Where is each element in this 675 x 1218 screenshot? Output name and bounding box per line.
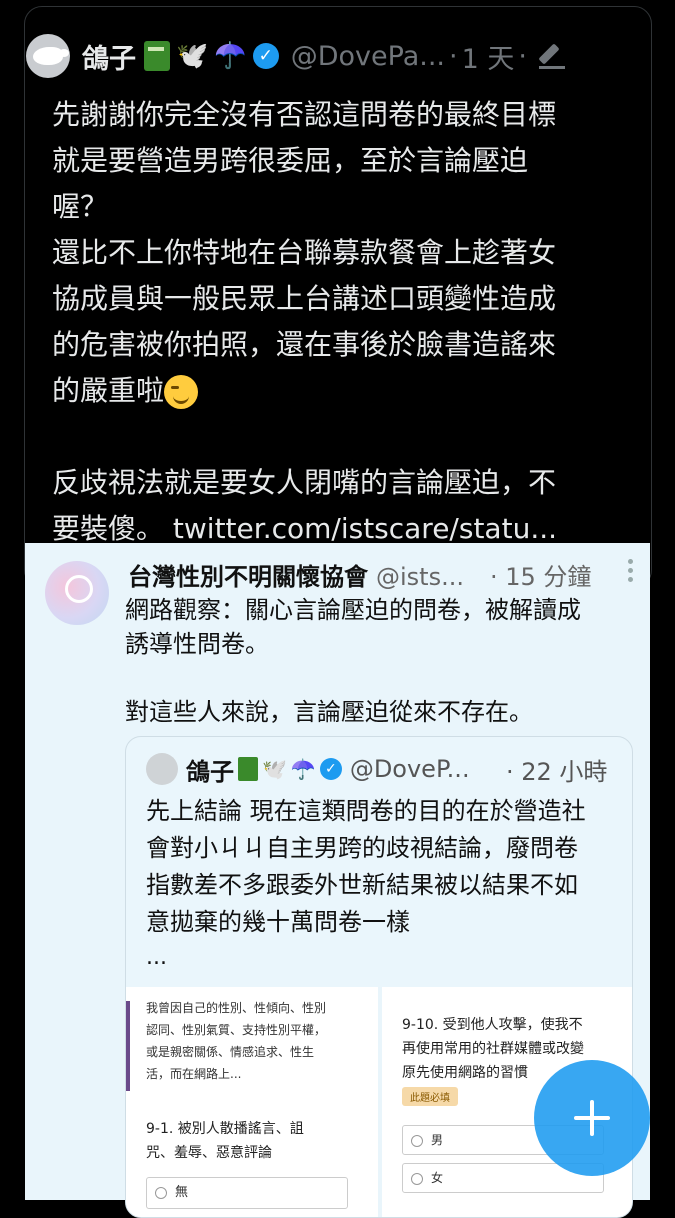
tweet-body-text: 先謝謝你完全沒有否認這問卷的最終目標 就是要營造男跨很委屈，至於言論壓迫 喔？ …	[52, 98, 557, 407]
dove-emoji-icon: 🕊️	[176, 41, 209, 71]
inner-avatar[interactable]	[146, 753, 178, 785]
quoted-text: 網路觀察：關心言論壓迫的問卷，被解讀成 誘導性問卷。 對這些人來說，言論壓迫從來…	[125, 596, 581, 726]
quoted-time[interactable]: · 15 分鐘	[490, 557, 591, 592]
separator: ·	[518, 40, 527, 72]
tweet-body: 先謝謝你完全沒有否認這問卷的最終目標 就是要營造男跨很委屈，至於言論壓迫 喔？ …	[52, 92, 632, 552]
verified-badge-icon: ✓	[252, 43, 279, 69]
winking-face-icon	[164, 375, 199, 409]
umbrella-icon: ☂️	[290, 757, 316, 781]
option-label: 無	[175, 1185, 189, 1200]
verified-badge-icon: ✓	[319, 758, 342, 780]
book-icon	[238, 757, 258, 781]
option-label: 男	[431, 1133, 444, 1147]
gender-symbol-icon	[65, 575, 93, 603]
tweet-link[interactable]: twitter.com/istscare/statu...	[173, 512, 557, 545]
inner-ellipsis: ...	[146, 945, 167, 970]
inner-handle[interactable]: @DoveP...	[350, 755, 470, 783]
radio-icon	[155, 1186, 167, 1199]
compose-button[interactable]	[534, 1060, 650, 1176]
author-name[interactable]: 鴿子	[82, 37, 136, 76]
survey-description: 我曾因自己的性別、性傾向、性別 認同、性別氣質、支持性別平權， 或是親密關係、情…	[146, 1001, 327, 1081]
book-icon	[144, 41, 170, 71]
inner-text: 先上結論 現在這類問卷的目的在於營造社 會對小ㄐㄐ自主男跨的歧視結論，廢問卷 指…	[146, 797, 586, 936]
survey-question-9-1: 9-1. 被別人散播謠言、詛 咒、羞辱、惡意評論	[146, 1121, 304, 1161]
dove-emoji-icon: 🕊️	[262, 757, 287, 781]
org-avatar[interactable]	[45, 561, 109, 625]
umbrella-icon: ☂️	[214, 41, 247, 71]
edit-icon[interactable]	[538, 43, 565, 69]
author-handle[interactable]: @DovePa...	[291, 41, 445, 72]
plus-icon	[574, 1100, 610, 1136]
survey-option-none: 無	[146, 1177, 348, 1209]
inner-author-name[interactable]: 鴿子	[186, 752, 234, 787]
required-tag: 此題必填	[402, 1087, 458, 1106]
tweet-header: 鴿子 🕊️ ☂️ ✓ @DovePa... · 1 天 ·	[26, 26, 626, 86]
inner-header: 鴿子 🕊️ ☂️ ✓ @DoveP... · 22 小時	[146, 751, 626, 787]
separator: ·	[449, 40, 458, 72]
accent-bar	[126, 1001, 130, 1091]
dove-icon	[33, 47, 69, 65]
survey-image-left[interactable]: 我曾因自己的性別、性傾向、性別 認同、性別氣質、支持性別平權， 或是親密關係、情…	[126, 987, 382, 1217]
radio-icon	[411, 1172, 423, 1185]
quoted-header: 台灣性別不明關懷協會 @ists... · 15 分鐘	[128, 557, 633, 592]
radio-icon	[411, 1134, 423, 1147]
quoted-author-name[interactable]: 台灣性別不明關懷協會	[128, 563, 368, 591]
more-options-icon[interactable]	[628, 559, 634, 585]
inner-time[interactable]: · 22 小時	[506, 752, 607, 787]
option-label: 女	[431, 1171, 444, 1185]
quoted-handle[interactable]: @ists...	[376, 563, 464, 591]
avatar[interactable]	[26, 34, 70, 78]
tweet-time[interactable]: 1 天	[462, 37, 515, 76]
